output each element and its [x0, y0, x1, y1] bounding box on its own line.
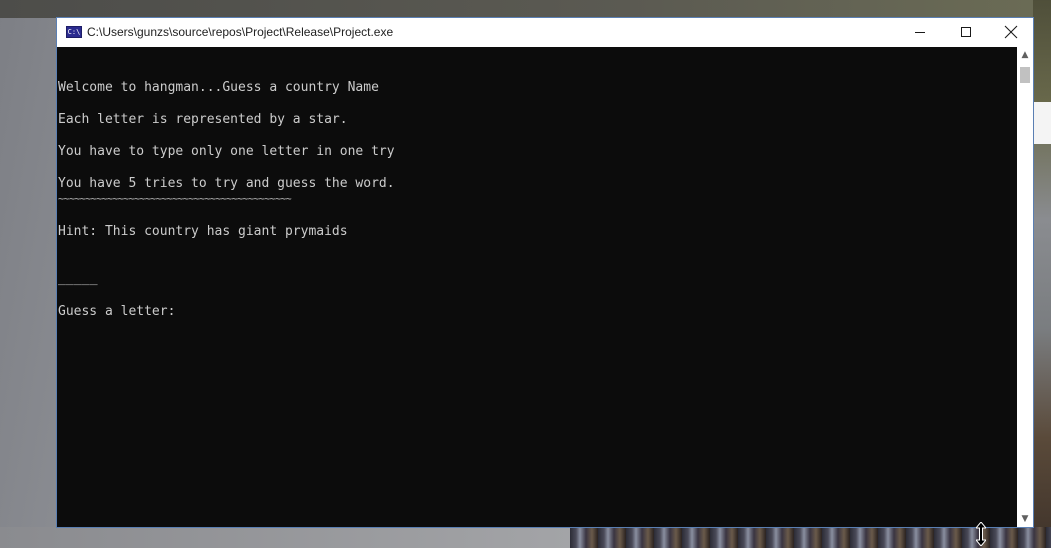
- vertical-resize-cursor-icon: [976, 522, 986, 546]
- console-line-tries: You have 5 tries to try and guess the wo…: [58, 176, 395, 191]
- minimize-button[interactable]: [897, 18, 943, 47]
- scroll-up-arrow-icon[interactable]: ▲: [1017, 47, 1033, 63]
- title-bar[interactable]: C:\ C:\Users\gunzs\source\repos\Project\…: [57, 18, 1033, 47]
- console-line-instructions: Each letter is represented by a star.: [58, 112, 348, 127]
- console-line-hint: Hint: This country has giant prymaids: [58, 224, 348, 239]
- close-button[interactable]: [988, 18, 1034, 47]
- scroll-down-arrow-icon[interactable]: ▼: [1017, 511, 1033, 527]
- background-window-edge: [1033, 102, 1051, 144]
- desktop-wallpaper-top: [0, 0, 1051, 18]
- console-line-word-blanks: _____: [58, 271, 98, 286]
- close-icon: [1004, 25, 1018, 39]
- console-window[interactable]: C:\ C:\Users\gunzs\source\repos\Project\…: [56, 17, 1034, 528]
- maximize-button[interactable]: [943, 18, 989, 47]
- minimize-icon: [915, 32, 925, 33]
- console-line-rules: You have to type only one letter in one …: [58, 144, 395, 159]
- console-line-prompt: Guess a letter:: [58, 304, 184, 319]
- console-line-welcome: Welcome to hangman...Guess a country Nam…: [58, 80, 379, 95]
- desktop-wallpaper-bottom: [0, 527, 570, 548]
- maximize-icon: [961, 27, 971, 37]
- desktop-wallpaper-right: [1033, 0, 1051, 548]
- scrollbar-thumb[interactable]: [1020, 67, 1030, 83]
- console-output[interactable]: Welcome to hangman...Guess a country Nam…: [57, 47, 1017, 527]
- window-title: C:\Users\gunzs\source\repos\Project\Rele…: [87, 25, 394, 39]
- vertical-scrollbar[interactable]: ▲ ▼: [1017, 47, 1033, 527]
- console-line-divider: ~~~~~~~~~~~~~~~~~~~~~~~~~~~~~~~~~~~~~~~~…: [58, 194, 292, 205]
- console-app-icon[interactable]: C:\: [66, 26, 82, 38]
